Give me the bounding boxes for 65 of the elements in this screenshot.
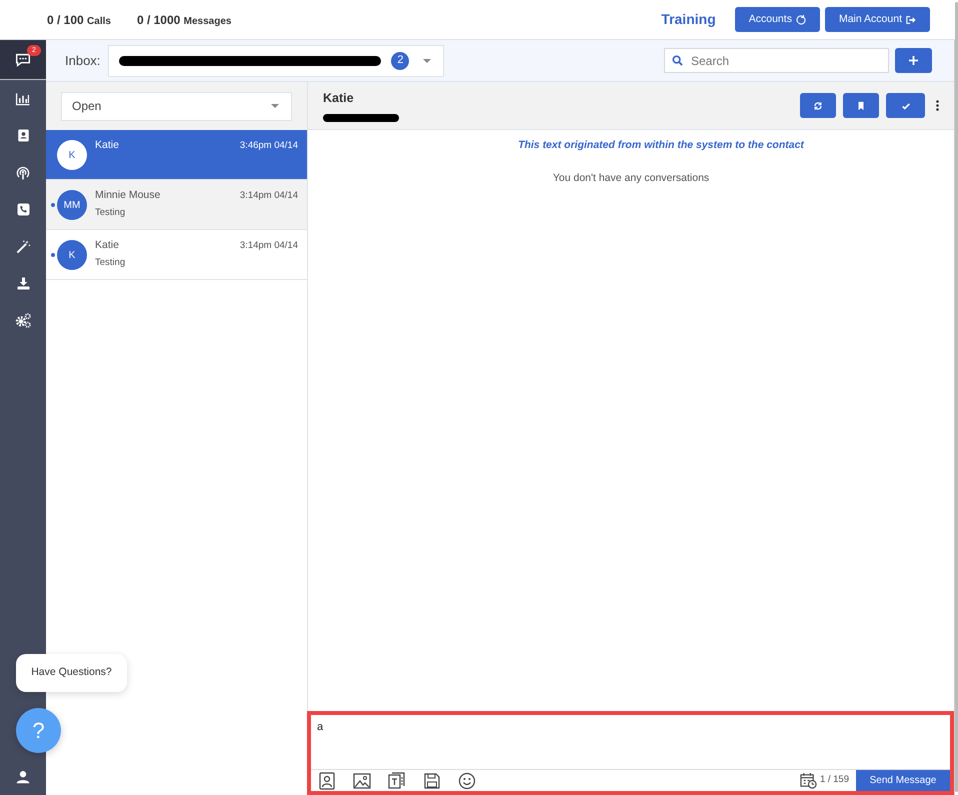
refresh-button[interactable]: [800, 93, 836, 118]
exit-icon: [906, 14, 916, 24]
status-filter[interactable]: Open: [61, 92, 292, 120]
schedule-button[interactable]: [800, 772, 817, 789]
avatar: MM: [57, 190, 87, 220]
gears-icon: [14, 312, 32, 329]
resolve-button[interactable]: [886, 93, 925, 118]
help-bubble: Have Questions?: [16, 654, 127, 692]
message-time: 3:46pm 04/14: [240, 140, 298, 152]
search-input[interactable]: Search: [691, 52, 881, 70]
composer-tool[interactable]: [423, 772, 441, 790]
check-icon: [900, 100, 910, 110]
add-button[interactable]: [895, 48, 932, 73]
sync-icon: [796, 14, 806, 24]
message-preview: Testing: [95, 207, 126, 219]
inbox-select[interactable]: 2: [108, 44, 444, 76]
contact-name: Katie: [323, 90, 355, 108]
composer-tool[interactable]: [388, 772, 406, 790]
empty-message: You don't have any conversations: [552, 170, 710, 186]
contact-name: Minnie Mouse: [95, 189, 162, 202]
send-message-button[interactable]: Send Message: [856, 770, 950, 791]
message-preview: Testing: [95, 257, 126, 269]
avatar: K: [57, 140, 87, 170]
bar-chart-icon: [15, 90, 31, 106]
top-button[interactable]: Accounts: [734, 7, 820, 32]
count-badge: 2: [391, 52, 410, 70]
smiley-icon: [458, 772, 476, 790]
conversation-item[interactable]: K Katie 3:46pm 04/14: [46, 130, 307, 180]
caret-icon: [271, 104, 279, 108]
plus-icon: [909, 56, 918, 65]
filter-value: Open: [72, 98, 102, 115]
refresh-icon: [813, 100, 823, 110]
contact-book-icon: [16, 128, 30, 143]
account-name: Training: [661, 10, 716, 29]
contact-card-icon: [318, 772, 336, 790]
usage-counter: 0 / 100 Calls: [47, 12, 111, 28]
bookmark-button[interactable]: [843, 93, 879, 118]
magic-wand-icon: [15, 238, 31, 254]
character-count: 1 / 159: [820, 773, 849, 788]
caret-icon: [423, 58, 432, 62]
bookmark-icon: [856, 100, 866, 110]
avatar: K: [57, 240, 87, 270]
inbox-label: Inbox:: [65, 52, 100, 70]
origin-note: This text originated from within the system to the contact: [518, 138, 804, 153]
composer-tool[interactable]: [458, 772, 476, 790]
composer-tool[interactable]: [318, 772, 336, 790]
phone-icon: [16, 202, 30, 217]
conversation-item[interactable]: MM Minnie Mouse Testing 3:14pm 04/14: [46, 180, 307, 230]
contact-name: Katie: [95, 139, 120, 152]
calendar-clock-icon: [800, 772, 817, 789]
message-time: 3:14pm 04/14: [240, 240, 298, 252]
text-template-icon: [388, 772, 406, 790]
composer-tool[interactable]: [353, 772, 371, 790]
usage-counter: 0 / 1000 Messages: [136, 12, 232, 28]
message-time: 3:14pm 04/14: [240, 190, 298, 202]
image-icon: [353, 772, 371, 790]
more-button[interactable]: [934, 100, 940, 112]
user-icon: [16, 769, 30, 785]
search-icon: [672, 55, 683, 66]
contact-name: Katie: [95, 239, 120, 252]
more-icon: [936, 100, 938, 110]
top-button[interactable]: Main Account: [824, 7, 930, 32]
download-icon: [16, 276, 30, 291]
broadcast-icon: [15, 164, 31, 180]
search-field[interactable]: Search: [664, 48, 889, 73]
